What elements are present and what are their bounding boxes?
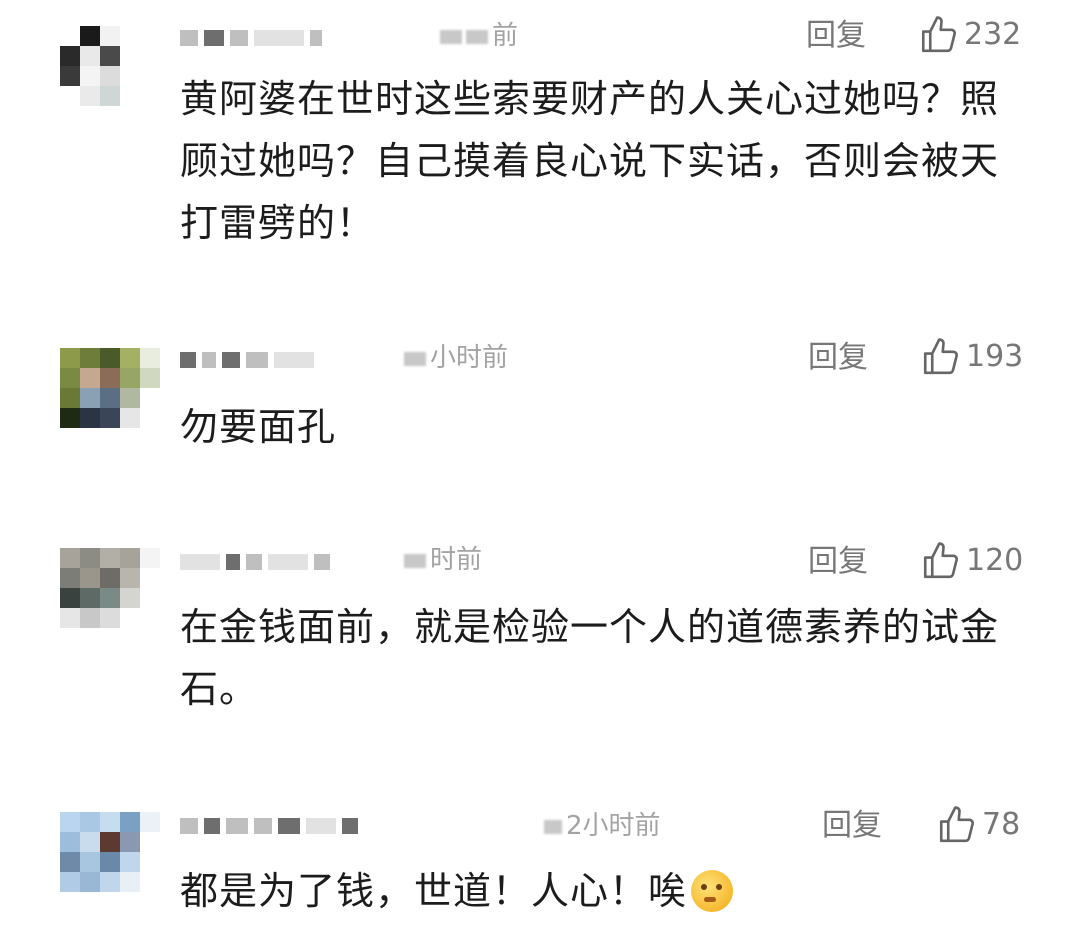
comment-time: 时前 [404,542,482,578]
username-blurred[interactable] [180,544,400,580]
comment-text: 勿要面孔 [180,405,337,449]
like-button[interactable]: 120 [920,540,1023,582]
sweating-face-emoji [691,870,734,912]
comment-text: 黄阿婆在世时这些索要财产的人关心过她吗？照顾过她吗？自己摸着良心说下实话，否则会… [180,77,1000,245]
thumbs-up-icon [939,806,974,843]
avatar[interactable] [60,348,160,448]
like-count: 78 [982,807,1021,842]
comment-text: 在金钱面前，就是检验一个人的道德素养的试金石。 [180,605,1000,711]
comment-time: 前 [440,18,518,54]
username-blurred[interactable] [180,342,400,378]
username-blurred[interactable] [180,20,400,56]
thumbs-up-icon [923,542,958,579]
like-button[interactable]: 193 [920,336,1023,378]
reply-button[interactable]: 回复 [808,542,868,582]
thumbs-up-icon [923,338,958,375]
reply-button[interactable]: 回复 [822,806,882,846]
like-count: 232 [964,17,1022,52]
comment-text: 都是为了钱，世道！人心！唉 [180,860,1000,922]
thumbs-up-icon [921,16,956,53]
reply-button[interactable]: 回复 [806,16,866,56]
like-button[interactable]: 232 [918,14,1021,56]
comment-text-body: 都是为了钱，世道！人心！唉 [180,869,688,913]
username-blurred[interactable] [180,808,500,844]
avatar[interactable] [60,812,160,912]
avatar[interactable] [60,26,160,126]
like-count: 120 [966,543,1024,578]
like-count: 193 [966,339,1024,374]
avatar[interactable] [60,548,160,648]
comment-time: 小时前 [404,340,508,376]
comment-time: 2小时前 [544,808,661,844]
like-button[interactable]: 78 [936,804,1020,846]
reply-button[interactable]: 回复 [808,338,868,378]
